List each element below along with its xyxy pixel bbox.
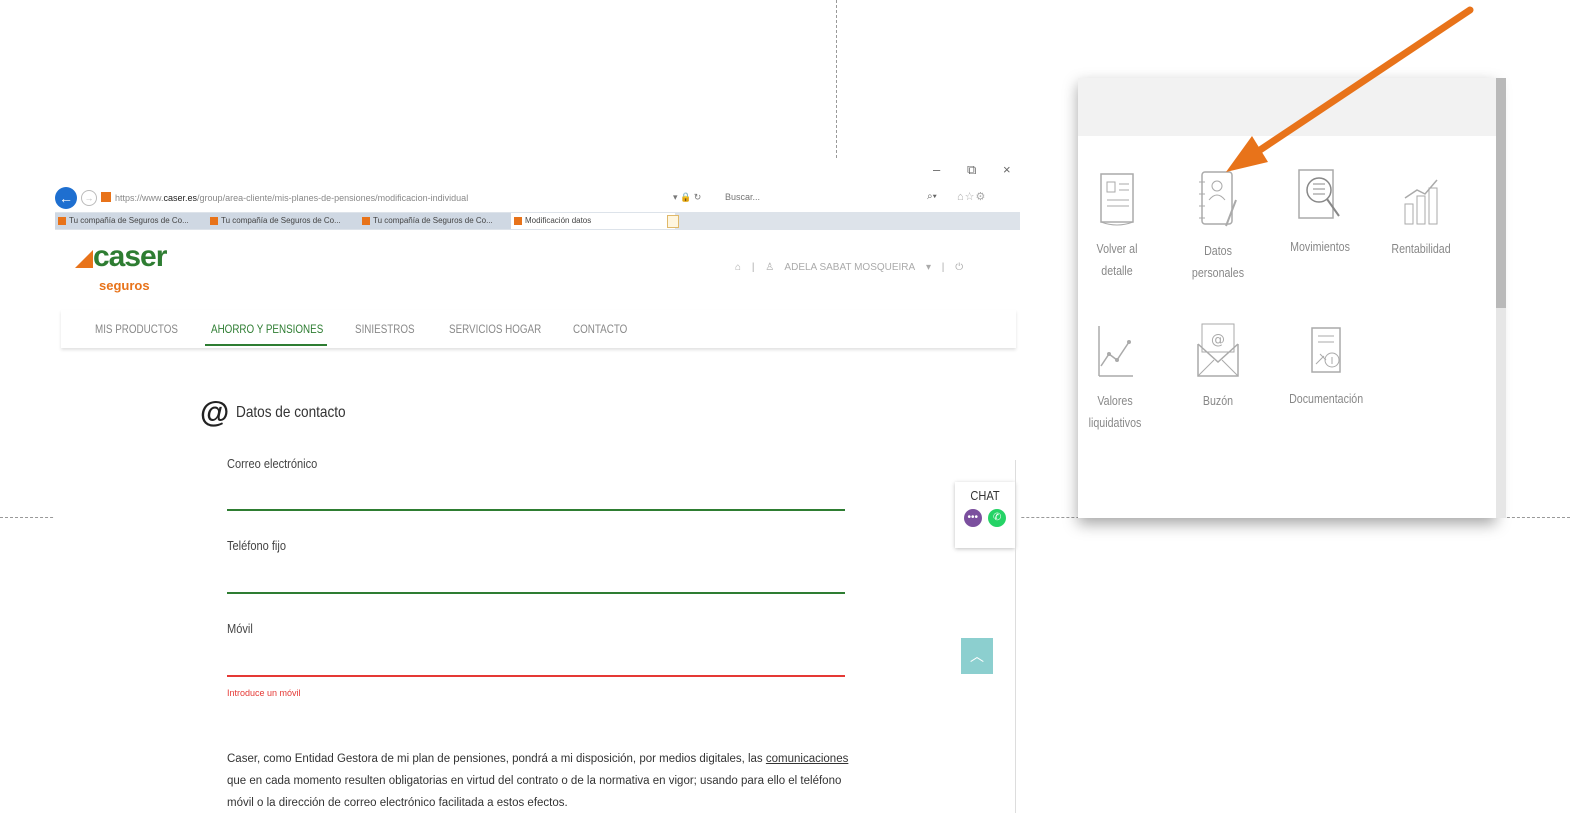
account-menu-panel: Volver al detalle Datos personales Movimie… xyxy=(1078,78,1506,518)
search-icon[interactable]: ⌕▾ xyxy=(927,191,937,202)
chevron-down-icon[interactable]: ▾ xyxy=(926,262,931,273)
mobile-error: Introduce un móvil xyxy=(227,688,301,698)
close-button[interactable]: × xyxy=(1003,162,1011,177)
tab-active[interactable]: Modificación datos× xyxy=(511,213,675,229)
legal-text: Caser, como Entidad Gestora de mi plan d… xyxy=(227,753,849,809)
search-input[interactable] xyxy=(715,190,945,204)
address-book-icon xyxy=(1199,171,1237,227)
nav-active-indicator xyxy=(205,344,327,346)
url-field[interactable]: https://www.caser.es/group/area-cliente/… xyxy=(101,192,468,203)
nav-servicios-hogar[interactable]: SERVICIOS HOGAR xyxy=(449,322,541,336)
svg-text:@: @ xyxy=(1211,332,1225,348)
window-controls: – ⧉ × xyxy=(55,160,1020,182)
mobile-field[interactable] xyxy=(227,651,845,673)
whatsapp-icon[interactable]: ✆ xyxy=(988,509,1007,527)
restore-button[interactable]: ⧉ xyxy=(967,162,976,178)
lock-refresh-icon[interactable]: ▾ 🔒 ↻ xyxy=(673,192,701,203)
mobile-label: Móvil xyxy=(227,621,253,636)
toolbar-icons[interactable]: ⌂☆⚙ xyxy=(957,190,986,203)
home-icon[interactable]: ⌂ xyxy=(735,262,741,273)
user-menu[interactable]: ADELA SABAT MOSQUEIRA xyxy=(784,262,915,273)
tab-bar: Tu compañía de Seguros de Co... Tu compa… xyxy=(55,212,1020,230)
communications-link[interactable]: comunicaciones xyxy=(766,753,848,765)
email-underline xyxy=(227,509,845,511)
power-icon[interactable]: ⏻ xyxy=(955,262,963,273)
favicon-icon xyxy=(362,217,370,225)
menu-item-buzon[interactable]: @ Buzón xyxy=(1173,320,1263,412)
favicon-icon xyxy=(210,217,218,225)
envelope-icon: @ xyxy=(1197,323,1239,377)
phone-label: Teléfono fijo xyxy=(227,538,286,553)
minimize-button[interactable]: – xyxy=(933,162,940,177)
email-field[interactable] xyxy=(227,484,845,506)
main-nav: MIS PRODUCTOS AHORRO Y PENSIONES SINIEST… xyxy=(61,310,1016,348)
user-area: ⌂ | ♙ ADELA SABAT MOSQUEIRA ▾ | ⏻ xyxy=(735,262,964,273)
phone-underline xyxy=(227,592,845,594)
back-arrow-icon[interactable]: ← xyxy=(55,187,77,209)
nav-contacto[interactable]: CONTACTO xyxy=(573,322,627,336)
chat-widget[interactable]: CHAT ••• ✆ xyxy=(955,482,1015,548)
scroll-to-top-button[interactable]: ︿ xyxy=(961,638,993,674)
tab-2[interactable]: Tu compañía de Seguros de Co... xyxy=(207,213,367,229)
menu-item-valores-liquidativos[interactable]: Valores liquidativos xyxy=(1070,322,1160,434)
nav-ahorro-pensiones[interactable]: AHORRO Y PENSIONES xyxy=(211,322,323,336)
page-edge-line xyxy=(1015,460,1016,813)
list-search-icon xyxy=(1298,169,1340,219)
menu-scrollbar-thumb[interactable] xyxy=(1496,78,1506,308)
forward-arrow-icon[interactable]: → xyxy=(81,190,97,206)
section-title: @ Datos de contacto xyxy=(200,396,346,429)
menu-item-volver-detalle[interactable]: Volver al detalle xyxy=(1072,170,1162,282)
chat-bubble-icon[interactable]: ••• xyxy=(963,509,982,527)
menu-item-datos-personales[interactable]: Datos personales xyxy=(1173,170,1263,284)
phone-field[interactable] xyxy=(227,568,845,590)
document-icon xyxy=(1100,173,1134,226)
menu-item-documentacion[interactable]: Documentación xyxy=(1281,326,1371,410)
nav-siniestros[interactable]: SINIESTROS xyxy=(355,322,415,336)
favicon-icon xyxy=(101,192,111,202)
menu-scrollbar[interactable] xyxy=(1496,78,1506,518)
new-tab-icon[interactable] xyxy=(667,215,679,228)
menu-header xyxy=(1078,78,1496,136)
menu-item-movimientos[interactable]: Movimientos xyxy=(1275,168,1365,258)
mobile-underline xyxy=(227,675,845,677)
at-sign-icon: @ xyxy=(200,396,230,429)
logo-mark-icon xyxy=(75,250,93,268)
bar-chart-icon xyxy=(1404,179,1438,225)
user-icon: ♙ xyxy=(765,262,775,273)
favicon-icon xyxy=(514,217,522,225)
tab-3[interactable]: Tu compañía de Seguros de Co... xyxy=(359,213,519,229)
line-chart-icon xyxy=(1098,326,1133,377)
document-info-icon xyxy=(1311,327,1341,373)
address-bar: ← → https://www.caser.es/group/area-clie… xyxy=(55,186,1020,212)
menu-item-rentabilidad[interactable]: Rentabilidad xyxy=(1376,172,1466,260)
favicon-icon xyxy=(58,217,66,225)
email-label: Correo electrónico xyxy=(227,456,318,471)
nav-mis-productos[interactable]: MIS PRODUCTOS xyxy=(95,322,178,336)
browser-window: – ⧉ × ← → https://www.caser.es/group/are… xyxy=(55,160,1020,813)
tab-1[interactable]: Tu compañía de Seguros de Co... xyxy=(55,213,215,229)
